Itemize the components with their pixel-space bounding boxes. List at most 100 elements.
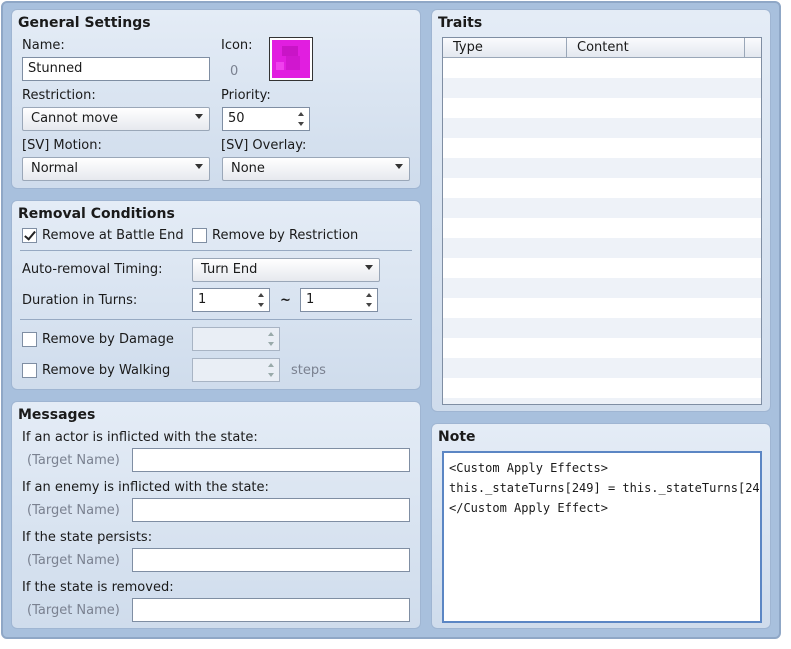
- chevron-down-icon: [395, 164, 403, 169]
- spin-up-icon: [268, 363, 274, 367]
- restriction-label: Restriction:: [22, 88, 96, 103]
- remove-battle-end-label[interactable]: Remove at Battle End: [42, 228, 184, 243]
- remove-walking-label[interactable]: Remove by Walking: [42, 363, 170, 378]
- icon-picker[interactable]: [269, 37, 313, 81]
- removal-conditions-panel: Removal Conditions Remove at Battle End …: [11, 200, 421, 390]
- divider: [20, 319, 412, 320]
- removal-conditions-title: Removal Conditions: [18, 206, 175, 222]
- trait-row[interactable]: [443, 238, 761, 258]
- spin-down-icon: [268, 342, 274, 346]
- trait-row[interactable]: [443, 98, 761, 118]
- persists-message-label: If the state persists:: [22, 530, 153, 545]
- duration-min-value: 1: [198, 292, 207, 307]
- sv-motion-label: [SV] Motion:: [22, 138, 102, 153]
- traits-table[interactable]: Type Content: [442, 37, 762, 405]
- traits-column-content[interactable]: Content: [567, 38, 745, 58]
- restriction-value: Cannot move: [31, 111, 119, 126]
- spin-down-icon[interactable]: [366, 303, 372, 307]
- traits-title: Traits: [438, 15, 483, 31]
- spin-up-icon[interactable]: [366, 293, 372, 297]
- general-settings-panel: General Settings Name: Stunned Icon: 0 R…: [11, 9, 421, 189]
- trait-row[interactable]: [443, 358, 761, 378]
- trait-row[interactable]: [443, 78, 761, 98]
- duration-separator: ~: [280, 293, 291, 308]
- spin-down-icon[interactable]: [258, 303, 264, 307]
- trait-row[interactable]: [443, 378, 761, 398]
- trait-row[interactable]: [443, 298, 761, 318]
- sv-motion-value: Normal: [31, 161, 79, 176]
- trait-row[interactable]: [443, 278, 761, 298]
- trait-row[interactable]: [443, 258, 761, 278]
- note-line-with-caret: this._stateTurns[249] = this._stateTurns…: [449, 478, 760, 498]
- trait-row[interactable]: [443, 58, 761, 78]
- duration-max-spinner[interactable]: 1: [300, 288, 378, 312]
- actor-target-name: (Target Name): [27, 453, 120, 468]
- persists-target-name: (Target Name): [27, 553, 120, 568]
- remove-battle-end-checkbox[interactable]: [22, 228, 37, 243]
- general-settings-title: General Settings: [18, 15, 151, 31]
- messages-title: Messages: [18, 407, 96, 423]
- spin-down-icon: [268, 373, 274, 377]
- duration-min-spinner[interactable]: 1: [192, 288, 270, 312]
- timing-label: Auto-removal Timing:: [22, 262, 163, 277]
- enemy-message-label: If an enemy is inflicted with the state:: [22, 480, 269, 495]
- trait-row[interactable]: [443, 318, 761, 338]
- remove-damage-checkbox[interactable]: [22, 332, 37, 347]
- messages-panel: Messages If an actor is inflicted with t…: [11, 401, 421, 629]
- priority-spinner[interactable]: 50: [222, 107, 310, 131]
- remove-restriction-label[interactable]: Remove by Restriction: [212, 228, 358, 243]
- walking-steps-spinner: [192, 358, 280, 382]
- trait-row[interactable]: [443, 218, 761, 238]
- icon-index: 0: [230, 64, 239, 79]
- spin-up-icon[interactable]: [298, 112, 304, 116]
- traits-column-filler: [745, 38, 761, 58]
- spin-up-icon[interactable]: [258, 293, 264, 297]
- note-panel: Note <Custom Apply Effects> this._stateTu…: [431, 423, 771, 629]
- trait-row[interactable]: [443, 158, 761, 178]
- restriction-select[interactable]: Cannot move: [22, 107, 210, 131]
- remove-restriction-checkbox[interactable]: [192, 228, 207, 243]
- note-textarea[interactable]: <Custom Apply Effects> this._stateTurns[2…: [442, 451, 762, 623]
- sv-overlay-select[interactable]: None: [222, 157, 410, 181]
- spin-down-icon[interactable]: [298, 122, 304, 126]
- traits-panel: Traits Type Content: [431, 9, 771, 412]
- removed-message-input[interactable]: [132, 598, 410, 622]
- sv-motion-select[interactable]: Normal: [22, 157, 210, 181]
- enemy-message-input[interactable]: [132, 498, 410, 522]
- actor-message-label: If an actor is inflicted with the state:: [22, 430, 258, 445]
- sv-overlay-value: None: [231, 161, 265, 176]
- priority-value: 50: [228, 111, 245, 126]
- trait-row[interactable]: [443, 178, 761, 198]
- trait-row[interactable]: [443, 198, 761, 218]
- damage-percent-spinner: [192, 327, 280, 351]
- steps-label: steps: [291, 363, 326, 378]
- chevron-down-icon: [195, 114, 203, 119]
- spin-up-icon: [268, 332, 274, 336]
- note-line: </Custom Apply Effect>: [449, 501, 608, 515]
- actor-message-input[interactable]: [132, 448, 410, 472]
- icon-label: Icon:: [221, 38, 253, 53]
- timing-select[interactable]: Turn End: [192, 258, 380, 282]
- traits-column-type[interactable]: Type: [443, 38, 567, 58]
- enemy-target-name: (Target Name): [27, 503, 120, 518]
- duration-max-value: 1: [306, 292, 315, 307]
- state-icon: [272, 40, 310, 78]
- trait-row[interactable]: [443, 398, 761, 404]
- sv-overlay-label: [SV] Overlay:: [221, 138, 307, 153]
- timing-value: Turn End: [201, 262, 258, 277]
- name-input[interactable]: Stunned: [22, 57, 210, 81]
- removed-message-label: If the state is removed:: [22, 580, 174, 595]
- chevron-down-icon: [195, 164, 203, 169]
- divider: [20, 250, 412, 251]
- duration-label: Duration in Turns:: [22, 293, 138, 308]
- note-title: Note: [438, 429, 476, 445]
- chevron-down-icon: [365, 265, 373, 270]
- trait-row[interactable]: [443, 138, 761, 158]
- name-label: Name:: [22, 38, 65, 53]
- persists-message-input[interactable]: [132, 548, 410, 572]
- note-line: <Custom Apply Effects>: [449, 461, 608, 475]
- remove-damage-label[interactable]: Remove by Damage: [42, 332, 174, 347]
- trait-row[interactable]: [443, 118, 761, 138]
- remove-walking-checkbox[interactable]: [22, 363, 37, 378]
- trait-row[interactable]: [443, 338, 761, 358]
